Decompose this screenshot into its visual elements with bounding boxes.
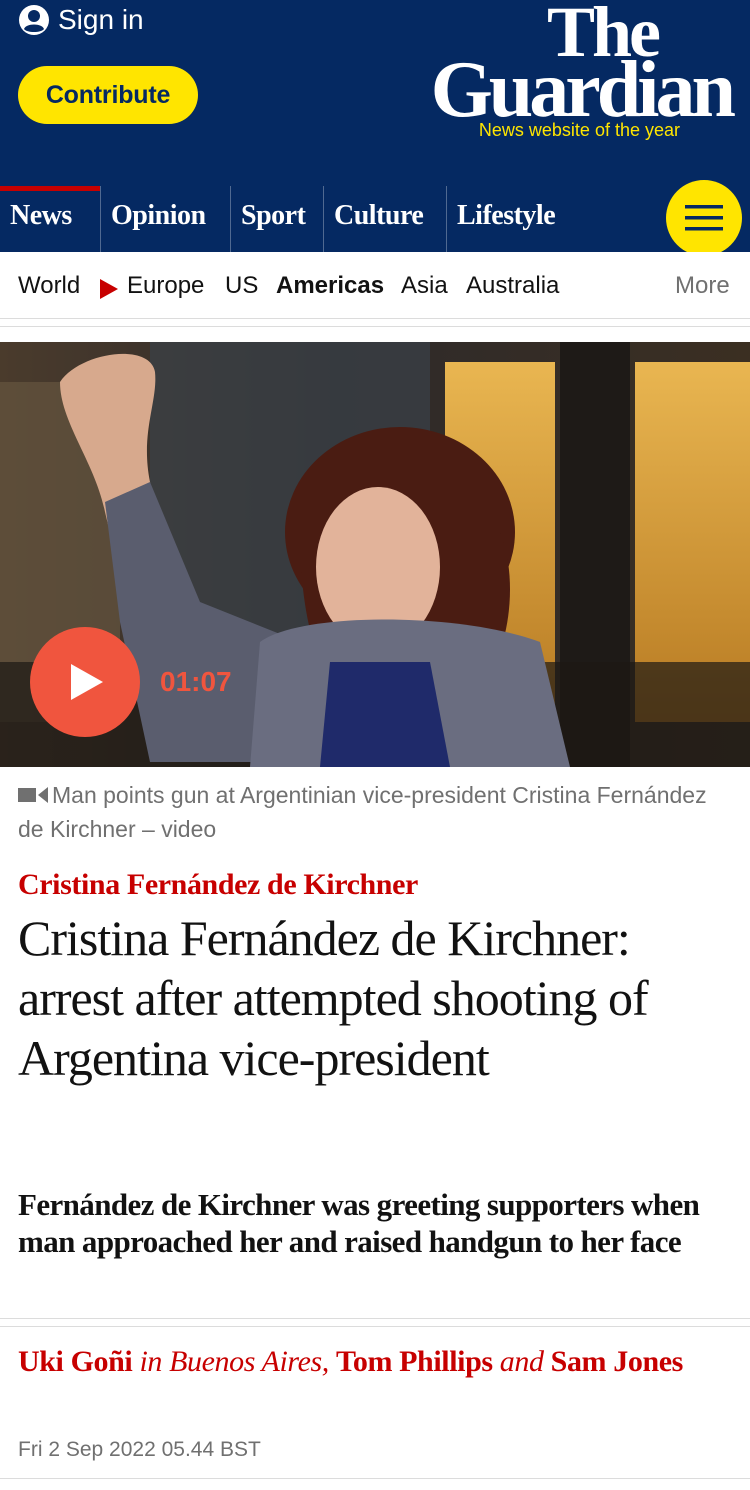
- media-caption: Man points gun at Argentinian vice-presi…: [18, 778, 718, 846]
- divider: [0, 318, 750, 319]
- logo-tagline: News website of the year: [478, 120, 680, 140]
- arrow-right-icon: [100, 279, 118, 299]
- guardian-logo[interactable]: The Guardian News website of the year: [372, 0, 736, 140]
- divider: [0, 1326, 750, 1327]
- pillar-culture[interactable]: Culture: [323, 186, 446, 252]
- subnav-more[interactable]: More: [675, 272, 730, 300]
- author-link[interactable]: Uki Goñi: [18, 1345, 133, 1378]
- account-icon: [19, 5, 49, 35]
- subnav-europe[interactable]: Europe: [127, 272, 204, 300]
- author-link[interactable]: Tom Phillips: [336, 1345, 493, 1378]
- article-standfirst: Fernández de Kirchner was greeting suppo…: [18, 1187, 700, 1259]
- divider: [0, 326, 750, 327]
- sub-nav: World Europe US Americas Asia Australia …: [0, 252, 750, 318]
- subnav-australia[interactable]: Australia: [466, 272, 559, 300]
- sign-in-link[interactable]: Sign in: [18, 4, 144, 36]
- subnav-americas[interactable]: Americas: [276, 272, 384, 300]
- masthead: Sign in Contribute The Guardian News web…: [0, 0, 750, 186]
- article-headline: Cristina Fernández de Kirchner: arrest a…: [18, 910, 649, 1086]
- pillar-sport[interactable]: Sport: [230, 186, 323, 252]
- article-byline: Uki Goñi in Buenos Aires, Tom Phillips a…: [18, 1344, 728, 1380]
- subnav-world[interactable]: World: [18, 272, 80, 300]
- author-link[interactable]: Sam Jones: [551, 1345, 684, 1378]
- article-kicker[interactable]: Cristina Fernández de Kirchner: [18, 868, 418, 902]
- pillar-opinion[interactable]: Opinion: [100, 186, 230, 252]
- hamburger-icon: [685, 205, 723, 231]
- pillar-lifestyle[interactable]: Lifestyle: [446, 186, 586, 252]
- pillar-nav: News Opinion Sport Culture Lifestyle: [0, 186, 750, 252]
- play-icon: [71, 664, 103, 700]
- byline-and: and: [499, 1345, 544, 1378]
- play-button[interactable]: [30, 627, 140, 737]
- video-camera-icon: [18, 786, 48, 803]
- sign-in-label: Sign in: [58, 4, 144, 35]
- divider: [0, 1318, 750, 1319]
- pillar-news[interactable]: News: [0, 186, 100, 252]
- logo-guardian: Guardian: [430, 46, 736, 134]
- subnav-asia[interactable]: Asia: [401, 272, 448, 300]
- byline-location: in Buenos Aires,: [139, 1345, 329, 1378]
- menu-button[interactable]: [666, 180, 742, 256]
- subnav-us[interactable]: US: [225, 272, 258, 300]
- caption-text: Man points gun at Argentinian vice-presi…: [18, 782, 707, 842]
- publish-date: Fri 2 Sep 2022 05.44 BST: [18, 1438, 261, 1461]
- divider: [0, 1478, 750, 1479]
- contribute-button[interactable]: Contribute: [18, 66, 198, 124]
- video-duration: 01:07: [160, 666, 232, 697]
